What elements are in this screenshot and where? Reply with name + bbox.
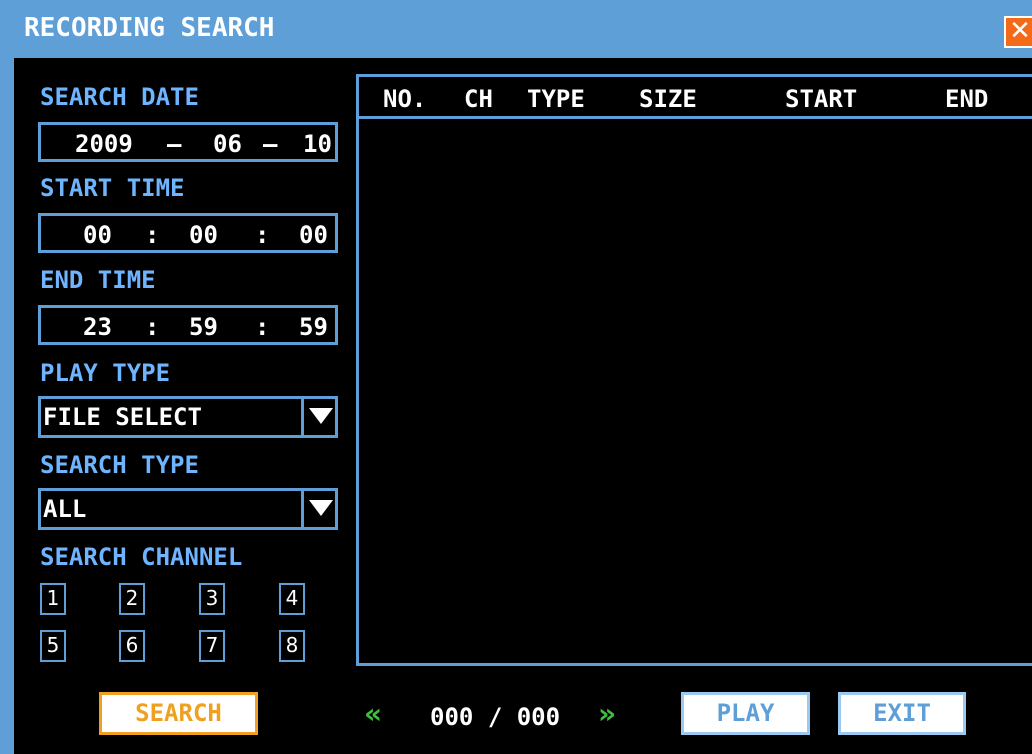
search-type-label: SEARCH TYPE	[40, 451, 199, 479]
time-separator: :	[255, 221, 270, 249]
search-channel-label: SEARCH CHANNEL	[40, 543, 243, 571]
dropdown-arrow-icon[interactable]	[301, 491, 335, 527]
left-frame-border	[0, 58, 14, 754]
page-indicator: 000 / 000	[430, 703, 560, 731]
date-separator: –	[167, 130, 182, 158]
channel-checkbox-4[interactable]: 4	[279, 583, 305, 615]
channel-checkbox-6[interactable]: 6	[119, 630, 145, 662]
date-separator: –	[263, 130, 278, 158]
column-header-size: SIZE	[639, 85, 697, 113]
start-time-hour[interactable]: 00	[83, 221, 112, 249]
column-header-end: END	[945, 85, 989, 113]
window-title: RECORDING SEARCH	[24, 13, 275, 43]
end-time-second[interactable]: 59	[299, 313, 328, 341]
channel-checkbox-2[interactable]: 2	[119, 583, 145, 615]
time-separator: :	[255, 313, 270, 341]
channel-checkbox-1[interactable]: 1	[40, 583, 66, 615]
recording-list-header: NO. CH TYPE SIZE START END	[359, 77, 1032, 119]
title-bar: RECORDING SEARCH ✕	[0, 0, 1032, 58]
close-icon[interactable]: ✕	[1004, 16, 1032, 48]
end-time-minute[interactable]: 59	[189, 313, 218, 341]
start-time-minute[interactable]: 00	[189, 221, 218, 249]
time-separator: :	[145, 221, 160, 249]
column-header-start: START	[785, 85, 858, 113]
prev-page-icon[interactable]: «	[364, 697, 382, 730]
play-type-select[interactable]: FILE SELECT	[38, 396, 338, 438]
play-type-label: PLAY TYPE	[40, 359, 171, 387]
start-time-label: START TIME	[40, 174, 185, 202]
column-header-ch: CH	[464, 85, 493, 113]
page-separator: /	[487, 703, 503, 731]
search-date-month[interactable]: 06	[213, 130, 242, 158]
channel-checkbox-8[interactable]: 8	[279, 630, 305, 662]
search-type-value: ALL	[43, 495, 87, 523]
search-date-year[interactable]: 2009	[75, 130, 133, 158]
channel-checkbox-7[interactable]: 7	[199, 630, 225, 662]
channel-checkbox-5[interactable]: 5	[40, 630, 66, 662]
end-time-hour[interactable]: 23	[83, 313, 112, 341]
start-time-field[interactable]: 00 : 00 : 00	[38, 213, 338, 253]
time-separator: :	[145, 313, 160, 341]
search-type-select[interactable]: ALL	[38, 488, 338, 530]
dropdown-arrow-icon[interactable]	[301, 399, 335, 435]
next-page-icon[interactable]: »	[598, 697, 616, 730]
recording-search-window: RECORDING SEARCH ✕ SEARCH DATE 2009 – 06…	[0, 0, 1032, 754]
start-time-second[interactable]: 00	[299, 221, 328, 249]
search-date-day[interactable]: 10	[303, 130, 332, 158]
play-type-value: FILE SELECT	[43, 403, 202, 431]
search-button[interactable]: SEARCH	[99, 692, 258, 735]
current-page: 000	[430, 703, 474, 731]
play-button[interactable]: PLAY	[681, 692, 810, 735]
channel-checkbox-3[interactable]: 3	[199, 583, 225, 615]
column-header-type: TYPE	[527, 85, 585, 113]
search-date-label: SEARCH DATE	[40, 83, 199, 111]
end-time-field[interactable]: 23 : 59 : 59	[38, 305, 338, 345]
exit-button[interactable]: EXIT	[838, 692, 966, 735]
recording-list[interactable]: NO. CH TYPE SIZE START END	[356, 74, 1032, 666]
total-pages: 000	[516, 703, 561, 731]
end-time-label: END TIME	[40, 266, 156, 294]
search-date-field[interactable]: 2009 – 06 – 10	[38, 122, 338, 162]
column-header-no: NO.	[383, 85, 427, 113]
